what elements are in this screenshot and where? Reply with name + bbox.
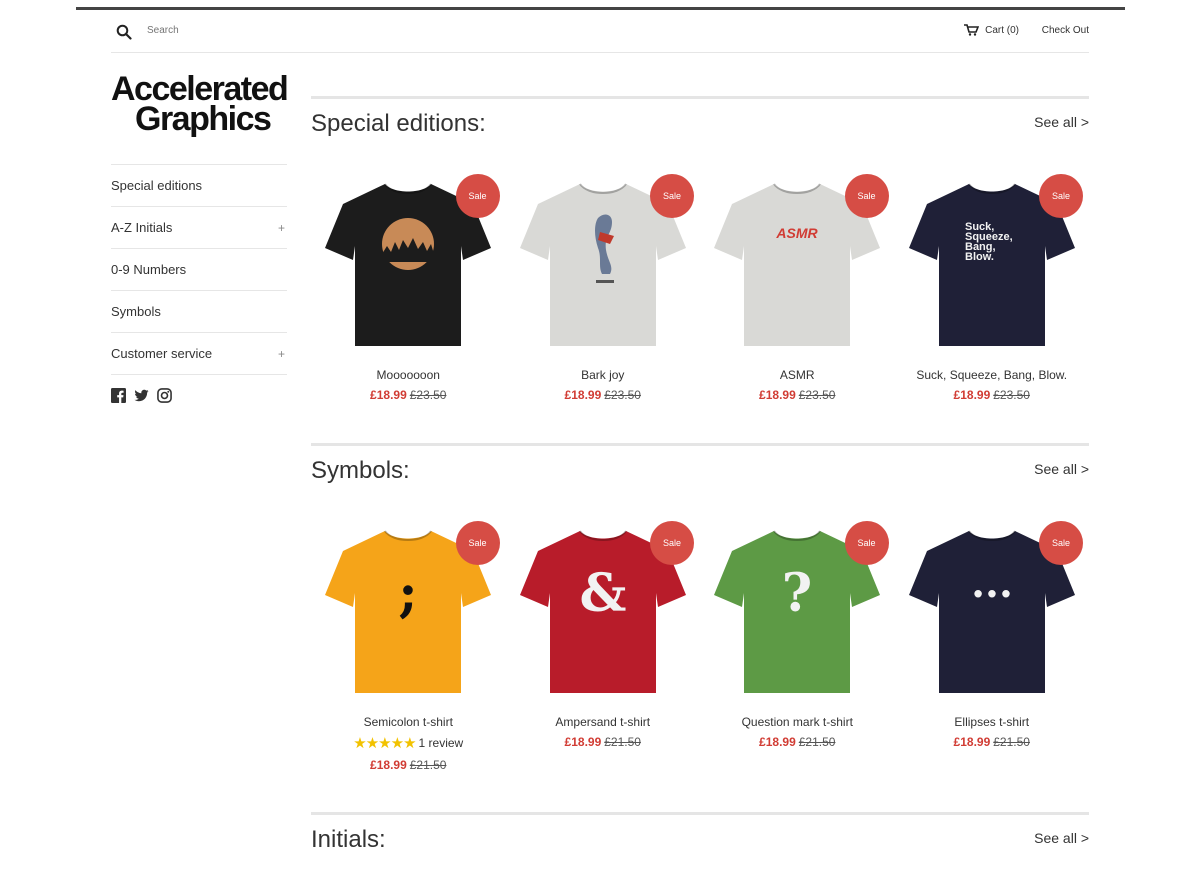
search-icon[interactable] [116, 24, 132, 40]
original-price: £21.50 [993, 735, 1030, 749]
product-card[interactable]: Suck, Squeeze, Bang, Blow. Sale Suck, Squeeze… [895, 174, 1090, 402]
see-all-link[interactable]: See all > [1034, 830, 1089, 846]
original-price: £23.50 [604, 388, 641, 402]
product-price: £18.99 £23.50 [700, 388, 895, 402]
original-price: £21.50 [409, 758, 447, 772]
instagram-icon[interactable] [157, 388, 172, 403]
product-rating[interactable]: ★★★★★ 1 review [311, 734, 506, 752]
sidebar-item-label: Customer service [111, 346, 213, 361]
section-divider [311, 96, 1089, 99]
moon-artwork [382, 218, 435, 270]
sale-badge: Sale [844, 174, 889, 218]
sidebar-item-0-9-numbers[interactable]: 0-9 Numbers [111, 249, 287, 291]
sidebar-item-special-editions[interactable]: Special editions [111, 165, 287, 207]
product-card[interactable]: Sale Bark joy £18.99 £23.50 [506, 174, 701, 402]
original-price: £23.50 [993, 388, 1030, 402]
sale-badge: Sale [650, 521, 694, 565]
sale-price: £18.99 [953, 388, 991, 402]
sidebar-item-symbols[interactable]: Symbols [111, 291, 287, 333]
sale-price: £18.99 [564, 735, 602, 749]
product-price: £18.99 £21.50 [311, 758, 506, 772]
shirt-print-text: & [579, 563, 626, 624]
product-price: £18.99 £21.50 [895, 735, 1090, 749]
section-title: Special editions: [311, 110, 486, 137]
social-links [111, 388, 172, 403]
top-border [76, 7, 1125, 10]
sidebar-item-label: Symbols [111, 304, 161, 319]
cart-label: Cart (0) [985, 24, 1019, 36]
product-card[interactable]: & Sale Ampersand t-shirt £18.99 £21.50 [506, 521, 701, 772]
sale-badge: Sale [455, 521, 500, 565]
product-card[interactable]: ... Sale Ellipses t-shirt £18.99 £21.50 [895, 521, 1090, 772]
product-name[interactable]: Ampersand t-shirt [506, 715, 701, 729]
product-card[interactable]: ; Sale Semicolon t-shirt ★★★★★ 1 review £18.9… [311, 521, 506, 772]
shirt-print-text: ASMR [776, 225, 819, 241]
original-price: £21.50 [798, 735, 836, 749]
product-price: £18.99 £23.50 [895, 388, 1090, 402]
see-all-link[interactable]: See all > [1034, 114, 1089, 130]
product-card[interactable]: ASMR Sale ASMR £18.99 £23.50 [700, 174, 895, 402]
sale-price: £18.99 [953, 735, 991, 749]
shirt-print-text: ? [782, 563, 812, 624]
sale-badge: Sale [455, 174, 500, 218]
product-price: £18.99 £23.50 [311, 388, 506, 402]
sale-price: £18.99 [759, 735, 796, 749]
shirt-print-text: ; [399, 563, 418, 624]
product-name[interactable]: Semicolon t-shirt [311, 715, 506, 729]
product-name[interactable]: Ellipses t-shirt [895, 715, 1090, 729]
product-card[interactable]: ? Sale Question mark t-shirt £18.99 £21.50 [700, 521, 895, 772]
product-name[interactable]: Mooooooon [311, 368, 506, 382]
sale-badge: Sale [1039, 174, 1083, 218]
logo-line-2: Graphics [135, 100, 272, 138]
product-price: £18.99 £21.50 [506, 735, 701, 749]
product-grid: ; Sale Semicolon t-shirt ★★★★★ 1 review £18.9… [311, 521, 1089, 772]
sidebar-nav: Special editions A-Z Initials + 0-9 Numb… [111, 164, 287, 375]
sale-price: £18.99 [564, 388, 602, 402]
cart-icon [964, 24, 980, 36]
section-divider [311, 443, 1089, 446]
section-initials: Initials: See all > [311, 812, 1089, 853]
sidebar-item-label: A-Z Initials [111, 220, 173, 235]
search-input[interactable] [147, 25, 347, 36]
sale-price: £18.99 [370, 758, 407, 772]
twitter-icon[interactable] [134, 388, 149, 403]
sale-price: £18.99 [759, 388, 796, 402]
sidebar-item-label: Special editions [111, 178, 203, 193]
sale-price: £18.99 [370, 388, 407, 402]
product-grid: Sale Mooooooon £18.99 £23.50 Sale Bark joy £18… [311, 174, 1089, 402]
product-name[interactable]: Question mark t-shirt [700, 715, 895, 729]
sale-badge: Sale [1039, 521, 1083, 565]
see-all-link[interactable]: See all > [1034, 461, 1089, 477]
expand-icon[interactable]: + [278, 221, 287, 235]
sale-badge: Sale [844, 521, 889, 565]
header-bar: Cart (0) Check Out [111, 20, 1089, 53]
sidebar-item-customer-service[interactable]: Customer service + [111, 333, 287, 375]
sidebar-item-a-z-initials[interactable]: A-Z Initials + [111, 207, 287, 249]
product-price: £18.99 £21.50 [700, 735, 895, 749]
cart-link[interactable]: Cart (0) [964, 24, 1019, 36]
original-price: £23.50 [798, 388, 836, 402]
expand-icon[interactable]: + [278, 347, 287, 361]
product-card[interactable]: Sale Mooooooon £18.99 £23.50 [311, 174, 506, 402]
facebook-icon[interactable] [111, 388, 126, 403]
product-name[interactable]: Suck, Squeeze, Bang, Blow. [895, 368, 1090, 382]
checkout-link[interactable]: Check Out [1042, 25, 1089, 36]
section-title: Symbols: [311, 457, 410, 484]
section-symbols: Symbols: See all > ; Sale Semicolon t-shir… [311, 443, 1089, 772]
section-special-editions: Special editions: See all > Sale Mooooooo… [311, 96, 1089, 402]
shirt-print-text: ... [971, 560, 1013, 607]
star-rating-icon: ★★★★★ [353, 735, 416, 752]
original-price: £21.50 [604, 735, 641, 749]
section-divider [311, 812, 1089, 815]
product-name[interactable]: Bark joy [506, 368, 701, 382]
product-price: £18.99 £23.50 [506, 388, 701, 402]
sidebar-item-label: 0-9 Numbers [111, 262, 187, 277]
section-title: Initials: [311, 826, 386, 853]
original-price: £23.50 [409, 388, 447, 402]
product-name[interactable]: ASMR [700, 368, 895, 382]
site-logo[interactable]: Accelerated Graphics [111, 72, 289, 138]
sale-badge: Sale [650, 174, 694, 218]
review-count: 1 review [418, 736, 464, 750]
